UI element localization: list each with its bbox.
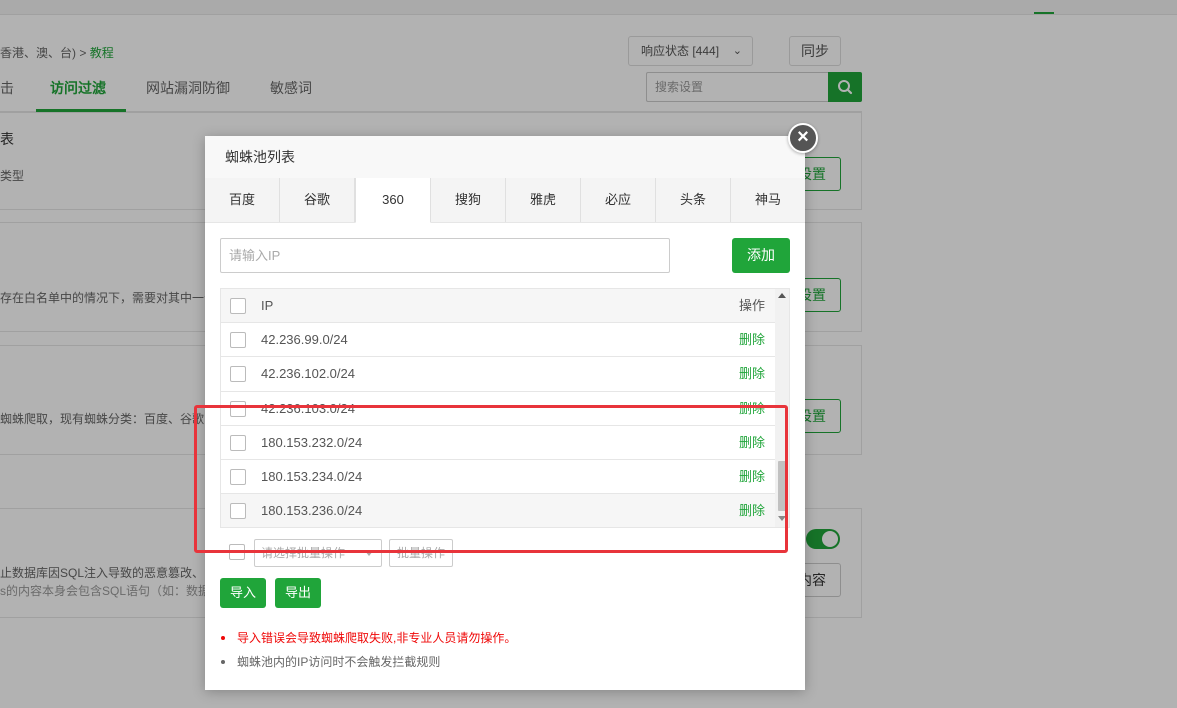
select-all-checkbox[interactable] [230, 298, 246, 314]
row-ip: 180.153.236.0/24 [261, 503, 363, 519]
delete-link[interactable]: 删除 [739, 357, 765, 390]
spider-pool-dialog: 蜘蛛池列表 × 百度 谷歌 360 搜狗 雅虎 必应 头条 神马 添加 IP 操… [205, 123, 818, 690]
tab-sogou[interactable]: 搜狗 [431, 178, 506, 222]
row-checkbox[interactable] [230, 366, 246, 383]
delete-link[interactable]: 删除 [739, 426, 765, 459]
table-row: 42.236.103.0/24 删除 [221, 391, 789, 426]
info-note: 蜘蛛池内的IP访问时不会触发拦截规则 [220, 650, 516, 674]
tab-shenma[interactable]: 神马 [731, 178, 805, 222]
table-header: IP 操作 [221, 289, 789, 323]
column-header-ip: IP [261, 298, 274, 313]
scroll-up-arrow-icon[interactable] [778, 293, 786, 298]
row-ip: 42.236.102.0/24 [261, 366, 355, 382]
row-checkbox[interactable] [230, 400, 246, 417]
delete-link[interactable]: 删除 [739, 323, 765, 356]
row-ip: 180.153.234.0/24 [261, 469, 363, 485]
table-row: 180.153.232.0/24 删除 [221, 425, 789, 461]
tab-360[interactable]: 360 [355, 178, 431, 223]
table-row: 42.236.102.0/24 删除 [221, 357, 789, 392]
spider-tabs: 百度 谷歌 360 搜狗 雅虎 必应 头条 神马 [205, 178, 805, 223]
tab-bing[interactable]: 必应 [581, 178, 656, 222]
table-row: 180.153.236.0/24 删除 [221, 494, 789, 527]
batch-select-checkbox[interactable] [229, 544, 245, 560]
close-icon[interactable]: × [788, 123, 818, 153]
help-notes: 导入错误会导致蜘蛛爬取失败,非专业人员请勿操作。 蜘蛛池内的IP访问时不会触发拦… [220, 626, 516, 674]
export-button[interactable]: 导出 [275, 578, 322, 608]
batch-select-placeholder: 请选择批量操作 [261, 546, 346, 560]
table-row: 42.236.99.0/24 删除 [221, 323, 789, 358]
ip-table: IP 操作 42.236.99.0/24 删除 42.236.102.0/24 … [220, 288, 790, 528]
row-checkbox[interactable] [230, 332, 246, 348]
import-button[interactable]: 导入 [220, 578, 267, 608]
scroll-down-arrow-icon[interactable] [778, 516, 786, 521]
tab-toutiao[interactable]: 头条 [656, 178, 731, 222]
row-checkbox[interactable] [230, 469, 246, 486]
tab-baidu[interactable]: 百度 [205, 178, 280, 222]
batch-operation-button[interactable]: 批量操作 [389, 539, 453, 567]
column-header-operation: 操作 [739, 298, 766, 313]
row-checkbox[interactable] [230, 503, 246, 520]
table-row: 180.153.234.0/24 删除 [221, 460, 789, 495]
row-ip: 42.236.99.0/24 [261, 332, 348, 347]
chevron-down-icon [365, 551, 373, 556]
dialog-title: 蜘蛛池列表 [205, 136, 805, 178]
table-scrollbar[interactable] [775, 289, 789, 527]
row-ip: 180.153.232.0/24 [261, 434, 363, 450]
scroll-thumb[interactable] [778, 461, 786, 511]
row-ip: 42.236.103.0/24 [261, 400, 355, 416]
warning-note: 导入错误会导致蜘蛛爬取失败,非专业人员请勿操作。 [220, 626, 516, 650]
delete-link[interactable]: 删除 [739, 494, 765, 527]
add-button[interactable]: 添加 [732, 238, 790, 273]
batch-operation-select[interactable]: 请选择批量操作 [254, 539, 382, 567]
row-checkbox[interactable] [230, 434, 246, 451]
delete-link[interactable]: 删除 [739, 460, 765, 493]
delete-link[interactable]: 删除 [739, 392, 765, 425]
tab-yahoo[interactable]: 雅虎 [506, 178, 581, 222]
tab-google[interactable]: 谷歌 [280, 178, 355, 222]
ip-input[interactable] [220, 238, 670, 273]
